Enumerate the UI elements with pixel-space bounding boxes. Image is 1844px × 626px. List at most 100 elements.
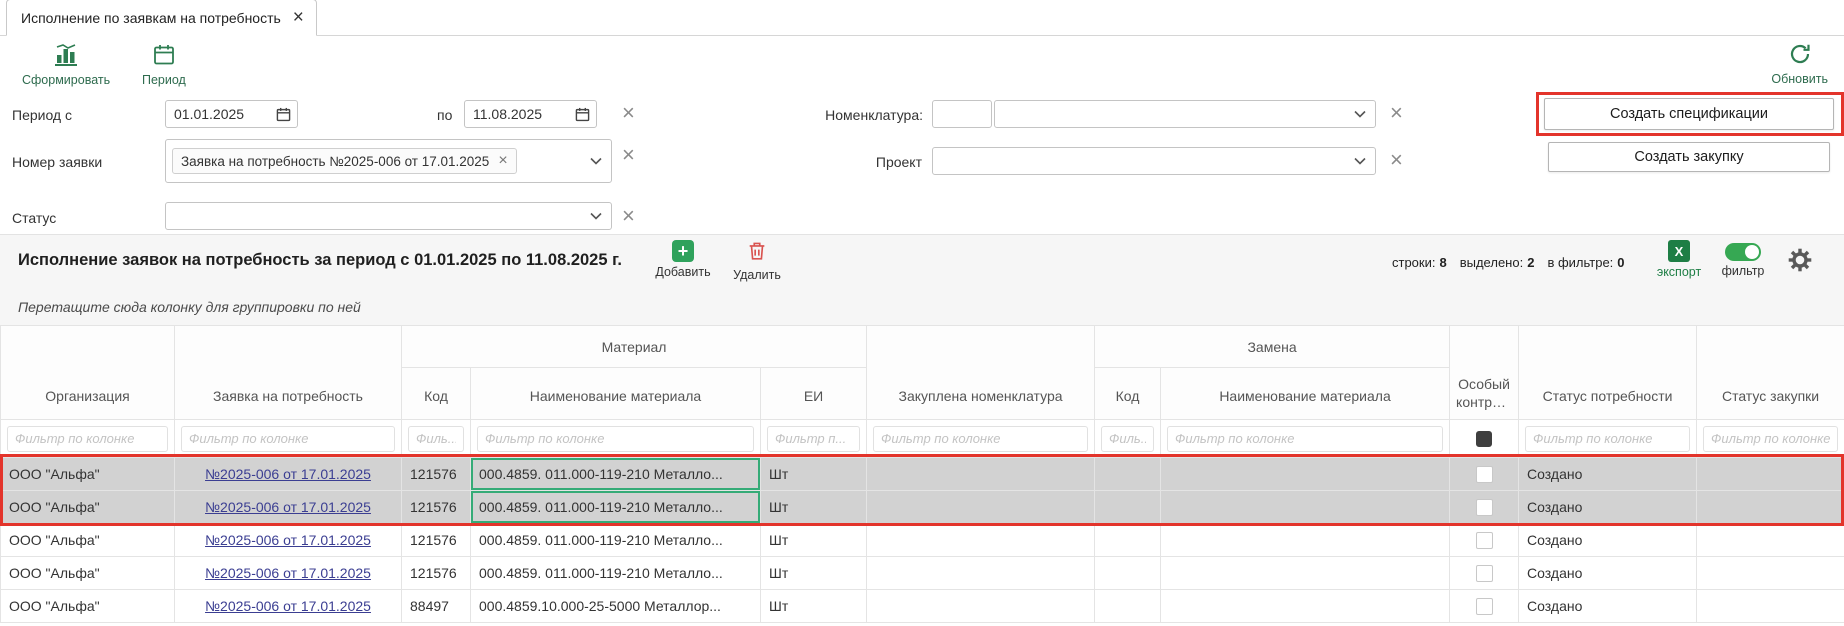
create-purchase-button[interactable]: Создать закупку xyxy=(1548,142,1830,172)
export-label: экспорт xyxy=(1657,265,1701,279)
special-control-checkbox[interactable] xyxy=(1476,565,1493,582)
calendar-picker-icon[interactable] xyxy=(575,107,590,122)
plus-icon: + xyxy=(672,240,694,262)
toggle-on-icon[interactable] xyxy=(1725,243,1761,261)
selected-count-value: 2 xyxy=(1527,255,1534,270)
filter-input-replacement-material[interactable] xyxy=(1167,426,1443,452)
cell-unit: Шт xyxy=(761,524,867,557)
table-row[interactable]: ООО "Альфа" №2025-006 от 17.01.2025 1215… xyxy=(1,491,1844,524)
chevron-down-icon xyxy=(1354,157,1366,165)
nomenclature-code-input[interactable] xyxy=(932,100,992,128)
selected-request-chip[interactable]: Заявка на потребность №2025-006 от 17.01… xyxy=(172,148,517,174)
generate-button[interactable]: Сформировать xyxy=(22,43,110,87)
period-from-field xyxy=(165,100,298,128)
cell-replacement-code xyxy=(1095,491,1161,524)
filter-cell-need-status xyxy=(1519,420,1697,458)
cell-unit: Шт xyxy=(761,557,867,590)
filter-input-request[interactable] xyxy=(181,426,395,452)
filter-input-material[interactable] xyxy=(477,426,754,452)
filter-cell-purchase-status xyxy=(1697,420,1844,458)
calendar-picker-icon[interactable] xyxy=(276,107,291,122)
filter-input-need-status[interactable] xyxy=(1525,426,1690,452)
special-control-checkbox[interactable] xyxy=(1476,466,1493,483)
cell-need-status: Создано xyxy=(1519,524,1697,557)
column-header-purchase-status[interactable]: Статус закупки xyxy=(1697,326,1844,420)
selected-count-label: выделено: xyxy=(1460,255,1523,270)
main-toolbar: Сформировать Период Обновить xyxy=(0,36,1844,92)
column-header-organization[interactable]: Организация xyxy=(1,326,175,420)
group-header-material[interactable]: Материал xyxy=(402,326,867,368)
table-row[interactable]: ООО "Альфа" №2025-006 от 17.01.2025 1215… xyxy=(1,557,1844,590)
column-header-code[interactable]: Код xyxy=(402,368,471,420)
special-control-checkbox[interactable] xyxy=(1476,598,1493,615)
table-row[interactable]: ООО "Альфа" №2025-006 от 17.01.2025 1215… xyxy=(1,524,1844,557)
filter-input-code[interactable] xyxy=(408,426,464,452)
period-from-input[interactable] xyxy=(166,106,276,122)
cell-replacement-code xyxy=(1095,557,1161,590)
request-link[interactable]: №2025-006 от 17.01.2025 xyxy=(205,598,371,614)
refresh-button[interactable]: Обновить xyxy=(1771,42,1828,86)
delete-row-button[interactable]: Удалить xyxy=(726,240,788,282)
cell-material: 000.4859. 011.000-119-210 Металло... xyxy=(471,491,761,524)
grid-header-band: Исполнение заявок на потребность за пери… xyxy=(0,234,1844,289)
filter-cell-code xyxy=(402,420,471,458)
chip-remove-icon[interactable]: × xyxy=(498,153,507,169)
status-select[interactable] xyxy=(165,202,612,230)
refresh-icon xyxy=(1788,42,1812,69)
export-excel-button[interactable]: X экспорт xyxy=(1650,240,1708,279)
cell-purchase-status xyxy=(1697,557,1844,590)
cell-unit: Шт xyxy=(761,590,867,623)
cell-purchased xyxy=(867,491,1095,524)
special-control-checkbox[interactable] xyxy=(1476,532,1493,549)
table-row[interactable]: ООО "Альфа" №2025-006 от 17.01.2025 8849… xyxy=(1,590,1844,623)
request-link[interactable]: №2025-006 от 17.01.2025 xyxy=(205,499,371,515)
trash-icon xyxy=(746,240,768,265)
group-drop-zone[interactable]: Перетащите сюда колонку для группировки … xyxy=(0,289,1844,325)
cell-replacement-code xyxy=(1095,458,1161,491)
add-row-button[interactable]: + Добавить xyxy=(648,240,718,279)
filter-input-purchase-status[interactable] xyxy=(1703,426,1838,452)
filter-input-organization[interactable] xyxy=(7,426,168,452)
project-select[interactable] xyxy=(932,147,1376,175)
column-header-replacement-material-name[interactable]: Наименование материала xyxy=(1161,368,1450,420)
filter-input-purchased[interactable] xyxy=(873,426,1088,452)
cell-special-control xyxy=(1450,491,1519,524)
cell-code: 121576 xyxy=(402,491,471,524)
table-row[interactable]: ООО "Альфа" №2025-006 от 17.01.2025 1215… xyxy=(1,458,1844,491)
data-grid: Организация Заявка на потребность Матери… xyxy=(0,325,1844,623)
filter-input-replacement-code[interactable] xyxy=(1101,426,1154,452)
nomenclature-select[interactable] xyxy=(994,100,1376,128)
cell-organization: ООО "Альфа" xyxy=(1,524,175,557)
request-number-select[interactable]: Заявка на потребность №2025-006 от 17.01… xyxy=(165,139,612,183)
clear-status-icon[interactable]: × xyxy=(622,205,635,227)
request-link[interactable]: №2025-006 от 17.01.2025 xyxy=(205,466,371,482)
tab-active[interactable]: Исполнение по заявкам на потребность × xyxy=(6,0,317,36)
column-header-replacement-code[interactable]: Код xyxy=(1095,368,1161,420)
column-header-request[interactable]: Заявка на потребность xyxy=(175,326,402,420)
clear-project-icon[interactable]: × xyxy=(1390,149,1403,171)
create-specifications-button[interactable]: Создать спецификации xyxy=(1544,98,1834,130)
column-header-unit[interactable]: ЕИ xyxy=(761,368,867,420)
period-button[interactable]: Период xyxy=(142,43,186,87)
cell-replacement-material xyxy=(1161,458,1450,491)
column-header-need-status[interactable]: Статус потребности xyxy=(1519,326,1697,420)
cell-organization: ООО "Альфа" xyxy=(1,491,175,524)
clear-request-icon[interactable]: × xyxy=(622,144,635,166)
filter-toggle[interactable]: фильтр xyxy=(1714,243,1772,278)
filter-input-unit[interactable] xyxy=(767,426,860,452)
column-header-special-control[interactable]: Особый контроль xyxy=(1450,326,1519,420)
group-header-replacement[interactable]: Замена xyxy=(1095,326,1450,368)
column-header-material-name[interactable]: Наименование материала xyxy=(471,368,761,420)
cell-unit: Шт xyxy=(761,491,867,524)
special-control-checkbox[interactable] xyxy=(1476,499,1493,516)
clear-nomenclature-icon[interactable]: × xyxy=(1390,102,1403,124)
settings-gear-icon[interactable] xyxy=(1788,248,1812,272)
request-link[interactable]: №2025-006 от 17.01.2025 xyxy=(205,565,371,581)
column-header-purchased-nomenclature[interactable]: Закуплена номенклатура xyxy=(867,326,1095,420)
special-control-filter-checkbox[interactable] xyxy=(1476,431,1492,447)
period-to-input[interactable] xyxy=(465,106,575,122)
tab-close-icon[interactable]: × xyxy=(293,8,304,27)
clear-period-icon[interactable]: × xyxy=(622,102,635,124)
request-link[interactable]: №2025-006 от 17.01.2025 xyxy=(205,532,371,548)
cell-replacement-material xyxy=(1161,557,1450,590)
